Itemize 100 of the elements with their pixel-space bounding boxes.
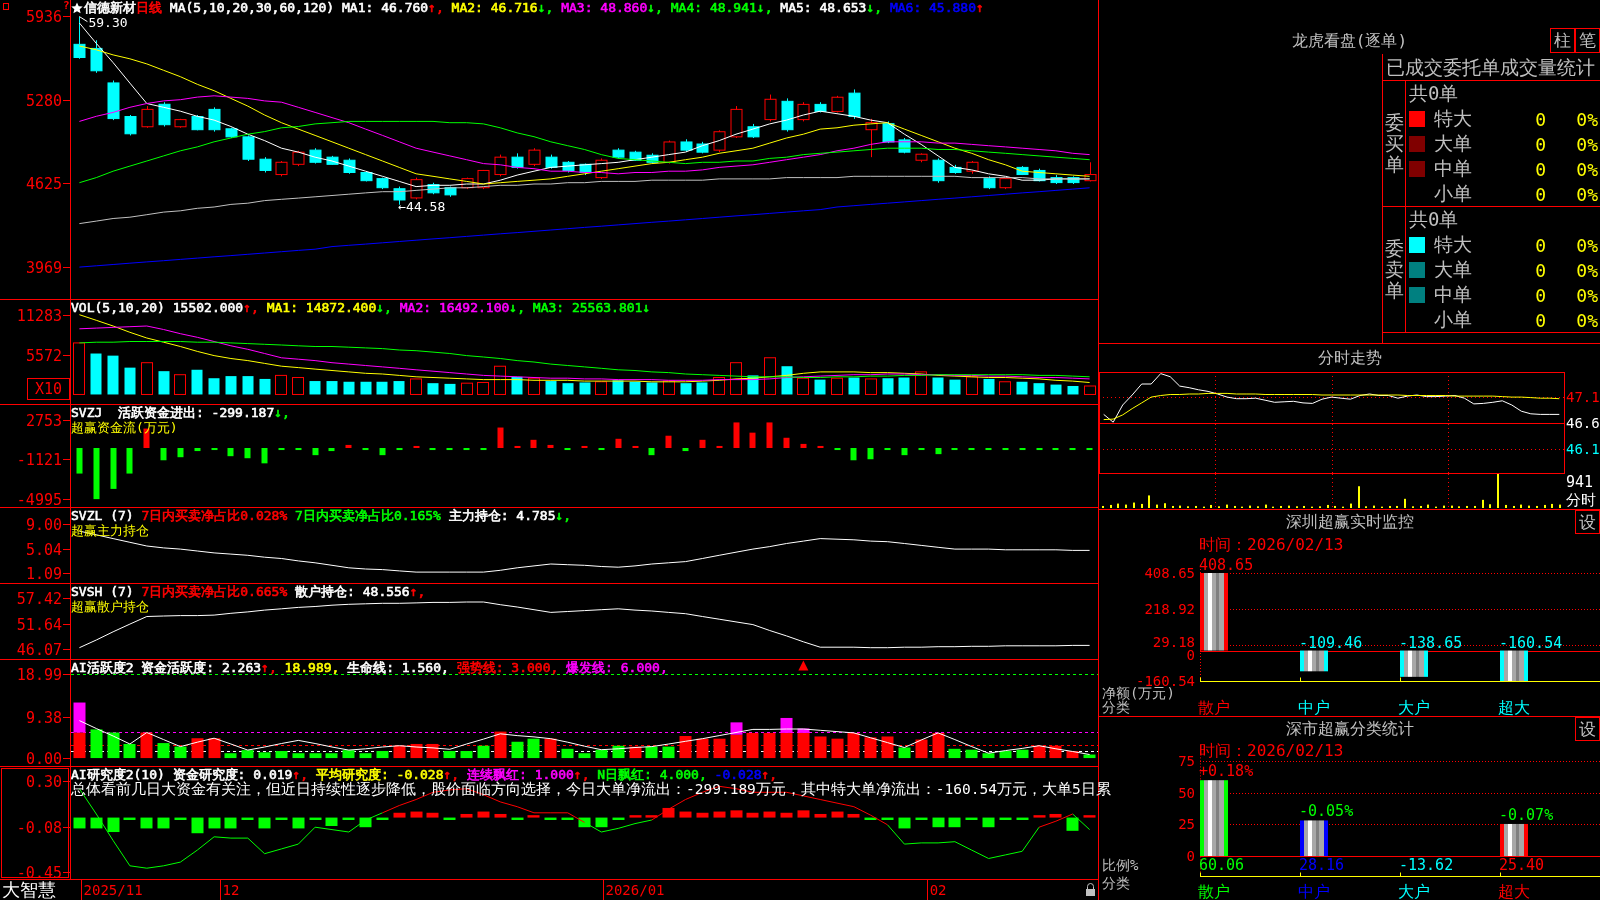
activity-bar	[847, 732, 860, 759]
research-bar	[140, 817, 153, 829]
fund-flow-bar	[901, 448, 908, 456]
order-size-label: 大单	[1434, 257, 1473, 282]
research-bar	[494, 813, 507, 818]
candlestick	[814, 101, 827, 113]
settings-button[interactable]: 设	[1575, 510, 1600, 534]
research-bar	[123, 817, 136, 820]
volume-bar	[1067, 386, 1079, 395]
research-bar	[224, 817, 237, 829]
volume-bar	[141, 362, 153, 395]
fund-flow-bar	[867, 448, 874, 460]
activity-bar	[679, 736, 692, 759]
candlestick	[932, 157, 945, 184]
volume-bar	[107, 355, 119, 395]
research-bar	[1033, 815, 1046, 818]
research-bar	[831, 811, 844, 818]
mode-button[interactable]: 笔	[1575, 28, 1600, 53]
research-bar	[544, 817, 557, 820]
activity-bar	[241, 750, 254, 759]
chart-subtitle: 时间：2026/02/13	[1199, 741, 1344, 760]
fund-flow-bar	[716, 445, 723, 448]
legend-text: 日线	[136, 0, 162, 15]
candlestick	[831, 95, 844, 113]
axis-label: 218.92	[1144, 601, 1195, 617]
activity-bar	[107, 732, 120, 759]
fund-flow-bar	[918, 448, 925, 451]
candlestick	[360, 170, 373, 182]
research-bar	[292, 817, 305, 829]
axis-label: 11283	[16, 306, 62, 325]
research-bar	[595, 817, 608, 828]
fund-flow-bar	[1069, 448, 1076, 451]
research-bar	[359, 817, 372, 828]
legend-text: SVZL (7)	[71, 508, 134, 523]
settings-button[interactable]: 设	[1575, 717, 1600, 741]
volume-bar	[376, 381, 388, 395]
candlestick	[797, 101, 810, 122]
research-bar	[965, 817, 978, 820]
axis-label: -0.08	[16, 818, 62, 837]
candlestick	[242, 134, 255, 162]
order-size-label: 中单	[1434, 156, 1473, 181]
legend-text: ↑,	[292, 767, 309, 782]
activity-bar	[1066, 751, 1079, 759]
volume-bar	[646, 382, 658, 395]
order-share: 0%	[1575, 234, 1599, 256]
candlestick	[781, 97, 794, 133]
ratio-label: 25.40	[1499, 856, 1545, 874]
legend-text: 7日内买卖净占比0.165%	[294, 508, 441, 523]
activity-bar	[410, 743, 423, 759]
chart-pane[interactable]: 2753 -1121 -4995 SVZJ 活跃资金进出: -299.187↓, 超赢资金流(万元)	[0, 405, 1098, 508]
fund-flow-bar	[227, 448, 234, 457]
order-share: 0%	[1575, 108, 1599, 130]
fund-flow-bar	[766, 422, 773, 448]
mode-button[interactable]: 柱	[1550, 28, 1575, 53]
volume-bar	[292, 377, 304, 395]
research-bar	[847, 813, 860, 818]
fund-flow-bar	[93, 448, 100, 500]
research-bar	[797, 810, 810, 818]
legend-text: 生命线: 1.560,	[346, 660, 449, 675]
chart-pane[interactable]: 18.99 9.38 0.00 AI活跃度2 资金活跃度: 2.263↑, 18.989, 生命线: 1.560, 强势线: 3.000, 爆发线: 6.000,	[0, 660, 1098, 767]
candlestick	[966, 160, 979, 175]
candlestick	[983, 175, 996, 190]
legend-text: VOL(5,10,20)	[71, 300, 165, 315]
axis-label: 0	[1186, 848, 1195, 864]
order-size-label: 中单	[1434, 282, 1473, 307]
activity-bar	[309, 753, 322, 759]
fund-flow-bar	[1019, 448, 1026, 451]
candlestick	[275, 160, 288, 177]
fund-flow-bar	[564, 448, 571, 451]
activity-bar	[763, 732, 776, 759]
activity-bar	[511, 741, 524, 759]
research-bar	[342, 817, 355, 820]
axis-label: -4995	[16, 490, 62, 507]
annotation: 59.30	[88, 15, 128, 31]
research-bar	[309, 817, 322, 820]
research-bar	[561, 817, 574, 820]
legend-text: ↓,	[509, 300, 525, 315]
activity-bar	[292, 753, 305, 759]
chart-pane[interactable]: 11283 5572 X10 VOL(5,10,20) 15502.000↑, MA1: 14872.400↓, MA2: 16492.100↓, MA3: 25563.801↓	[0, 300, 1098, 405]
fund-flow-bar	[497, 427, 504, 448]
fund-flow-bar	[615, 438, 622, 448]
chart-pane[interactable]: ? 5936 5280 4625 3969 59.30 ←44.58 信德新材日线 MA(5,10,20,30,60,120) MA1: 46.760↑, MA2: 46.716↓, MA3: 48.860↓, MA4: 48.941↓, MA5: 48.653↓, MA6: 45.880↑	[0, 0, 1098, 300]
research-bar	[915, 817, 928, 820]
help-mark[interactable]: ?	[63, 0, 70, 12]
legend-text: 连续飘红: 1.000	[466, 767, 574, 782]
axis-label: 46.07	[16, 640, 62, 659]
research-bar	[780, 812, 793, 818]
candlestick	[612, 147, 625, 159]
research-bar	[1016, 817, 1029, 820]
research-bar	[730, 810, 743, 818]
candlestick	[427, 182, 440, 195]
category-bar	[1300, 650, 1328, 672]
chart-pane[interactable]: 57.42 51.64 46.07 SVSH (7) 7日内买卖净占比0.665% 散户持仓: 48.556↑, 超赢散户持仓	[0, 584, 1098, 660]
legend-text: ↑,	[443, 767, 460, 782]
research-bar	[174, 817, 187, 820]
activity-bar	[1083, 754, 1096, 759]
volume-peak-label: 941	[1566, 474, 1594, 492]
candlestick	[562, 160, 575, 173]
volume-bar	[343, 381, 355, 395]
brand-name: 大智慧	[1, 880, 57, 900]
